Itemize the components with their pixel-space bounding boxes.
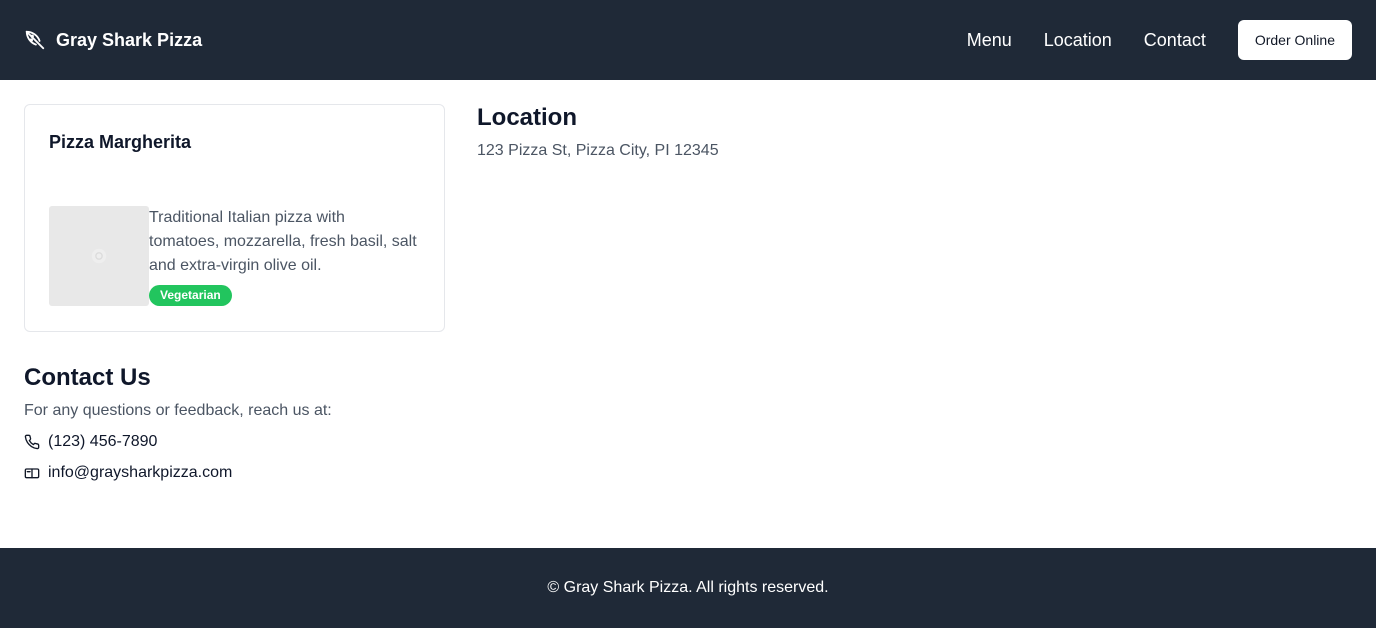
site-footer: © Gray Shark Pizza. All rights reserved.: [0, 548, 1376, 628]
nav-link-menu[interactable]: Menu: [967, 30, 1012, 51]
menu-item-description: Traditional Italian pizza with tomatoes,…: [149, 209, 417, 274]
site-header: Gray Shark Pizza Menu Location Contact O…: [0, 0, 1376, 80]
phone-icon: [24, 434, 40, 450]
vegetarian-badge: Vegetarian: [149, 285, 232, 306]
brand[interactable]: Gray Shark Pizza: [24, 29, 202, 51]
phone-number: (123) 456-7890: [48, 433, 158, 450]
brand-name: Gray Shark Pizza: [56, 29, 203, 50]
contact-email[interactable]: info@graysharkpizza.com: [24, 464, 332, 482]
nav-link-location[interactable]: Location: [1044, 30, 1112, 51]
main-content: Pizza Margherita Traditional Italian piz…: [0, 80, 1376, 548]
mail-icon: [24, 465, 40, 481]
menu-item-card[interactable]: Pizza Margherita Traditional Italian piz…: [24, 104, 445, 332]
menu-item-image: [49, 206, 149, 306]
main-nav: Menu Location Contact Order Online: [967, 20, 1352, 60]
order-online-button[interactable]: Order Online: [1237, 20, 1352, 60]
contact-phone[interactable]: (123) 456-7890: [24, 433, 332, 451]
contact-lead: For any questions or feedback, reach us …: [24, 402, 332, 419]
location-heading: Location: [477, 104, 577, 131]
location-section: Location 123 Pizza St, Pizza City, PI 12…: [477, 104, 719, 160]
contact-section: Contact Us For any questions or feedback…: [24, 364, 332, 482]
footer-copyright: © Gray Shark Pizza. All rights reserved.: [547, 579, 829, 596]
contact-heading: Contact Us: [24, 364, 151, 391]
email-address: info@graysharkpizza.com: [48, 464, 233, 481]
nav-link-contact[interactable]: Contact: [1144, 30, 1206, 51]
location-address: 123 Pizza St, Pizza City, PI 12345: [477, 142, 719, 159]
pizza-slice-icon: [24, 29, 46, 51]
menu-item-title: Pizza Margherita: [49, 132, 192, 152]
image-placeholder-icon: [90, 247, 108, 265]
